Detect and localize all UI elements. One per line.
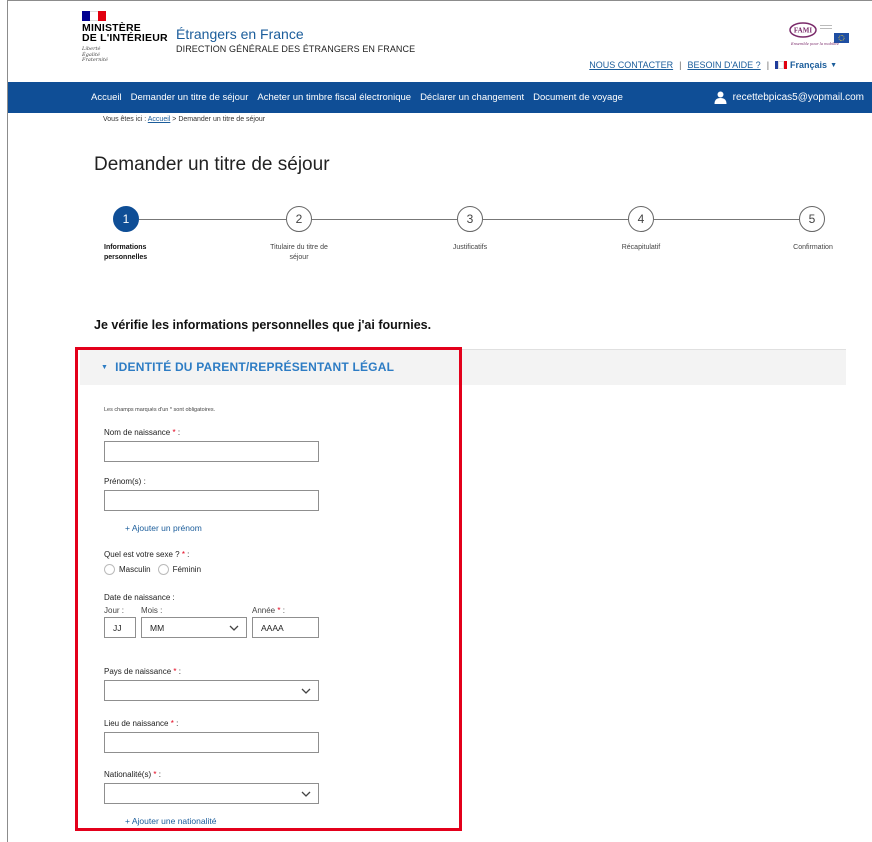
step-1-circle: 1 bbox=[113, 206, 139, 232]
step-3-label: Justificatifs bbox=[452, 244, 488, 251]
step-connector bbox=[139, 219, 286, 220]
step-3-circle: 3 bbox=[457, 206, 483, 232]
step-4-label: Récapitulatif bbox=[621, 244, 661, 251]
step-5-label: Confirmation bbox=[793, 244, 833, 251]
step-connector bbox=[312, 219, 457, 220]
step-2-label: Titulaire du titre de séjour bbox=[270, 244, 328, 261]
step-5-circle: 5 bbox=[799, 206, 825, 232]
step-connector bbox=[654, 219, 799, 220]
progress-stepper: 1 2 3 4 5 Informations personnelles Titu… bbox=[0, 0, 872, 280]
step-connector bbox=[483, 219, 628, 220]
highlight-frame bbox=[75, 347, 462, 831]
step-2-circle: 2 bbox=[286, 206, 312, 232]
step-4-circle: 4 bbox=[628, 206, 654, 232]
step-1-label: Informations personnelles bbox=[104, 244, 148, 261]
verify-heading: Je vérifie les informations personnelles… bbox=[94, 318, 432, 332]
